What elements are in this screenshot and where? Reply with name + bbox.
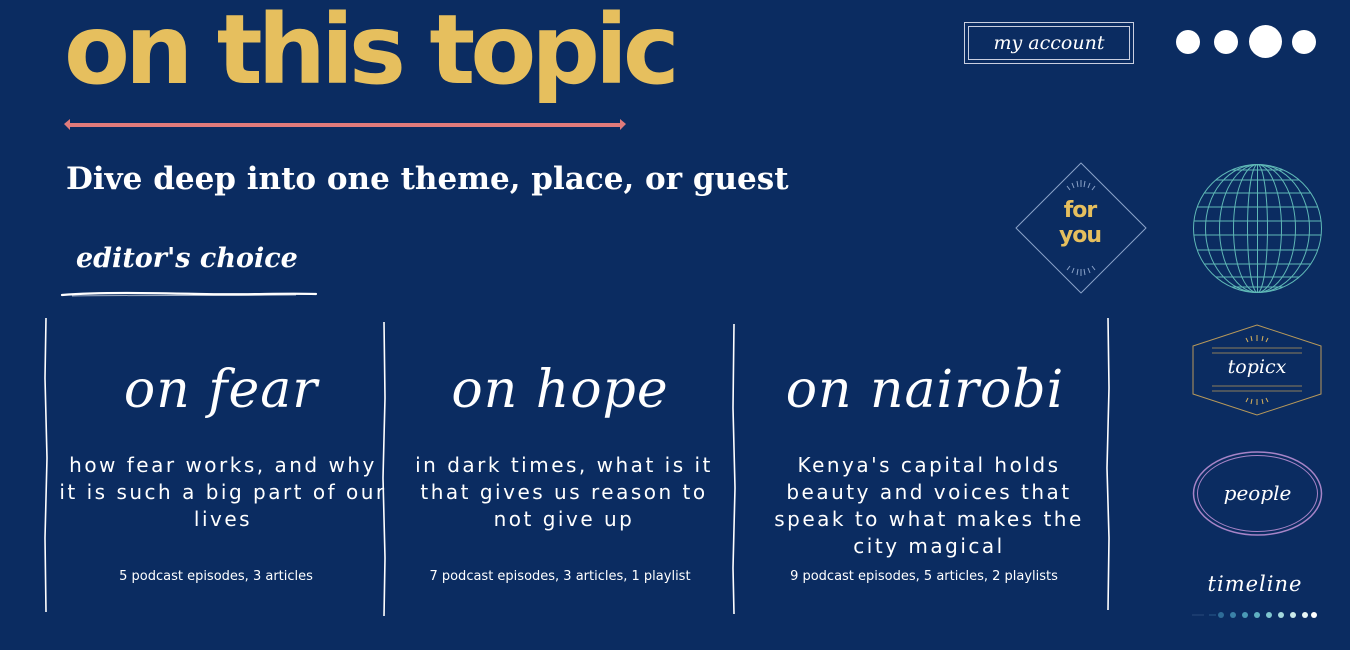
people-nav[interactable]: people (1192, 450, 1323, 537)
card-divider-left (44, 318, 48, 612)
topicx-nav[interactable]: topicx (1192, 324, 1322, 416)
topic-title: on fear (123, 360, 319, 420)
title-underline (64, 119, 626, 130)
my-account-button[interactable]: my account (964, 22, 1134, 64)
timeline-nav[interactable]: timeline (1190, 572, 1320, 628)
topic-card-fear[interactable]: on fear how fear works, and why it is su… (44, 318, 388, 618)
section-underline (60, 291, 318, 297)
topic-title: on hope (451, 360, 669, 420)
page-dot-3-active[interactable] (1249, 25, 1282, 58)
topicx-label: topicx (1227, 356, 1287, 378)
page-subtitle: Dive deep into one theme, place, or gues… (66, 161, 789, 197)
for-you-label: for you (1058, 198, 1102, 248)
page-dot-4[interactable] (1292, 30, 1316, 54)
card-divider-right (1106, 318, 1110, 610)
topic-card-hope[interactable]: on hope in dark times, what is it that g… (390, 318, 736, 618)
section-label-editors-choice: editor's choice (76, 243, 298, 274)
topic-meta: 5 podcast episodes, 3 articles (119, 569, 313, 584)
topic-description: in dark times, what is it that gives us … (415, 453, 713, 531)
timeline-track-icon (1192, 612, 1317, 618)
page-dot-1[interactable] (1176, 30, 1200, 54)
topic-meta: 7 podcast episodes, 3 articles, 1 playli… (429, 569, 691, 584)
topic-description: Kenya's capital holds beauty and voices … (774, 453, 1084, 558)
timeline-label: timeline (1207, 572, 1303, 596)
topic-title: on nairobi (785, 360, 1065, 420)
people-label: people (1223, 481, 1292, 505)
globe-nav[interactable] (1192, 163, 1323, 294)
topic-description: how fear works, and why it is such a big… (59, 453, 387, 531)
topic-meta: 9 podcast episodes, 5 articles, 2 playli… (790, 569, 1058, 584)
page-title: on this topic (64, 0, 680, 106)
card-divider-right (732, 323, 736, 614)
page-dot-2[interactable] (1214, 30, 1238, 54)
globe-icon (1193, 164, 1322, 293)
my-account-label: my account (968, 26, 1130, 60)
topic-card-nairobi[interactable]: on nairobi Kenya's capital holds beauty … (740, 318, 1110, 618)
